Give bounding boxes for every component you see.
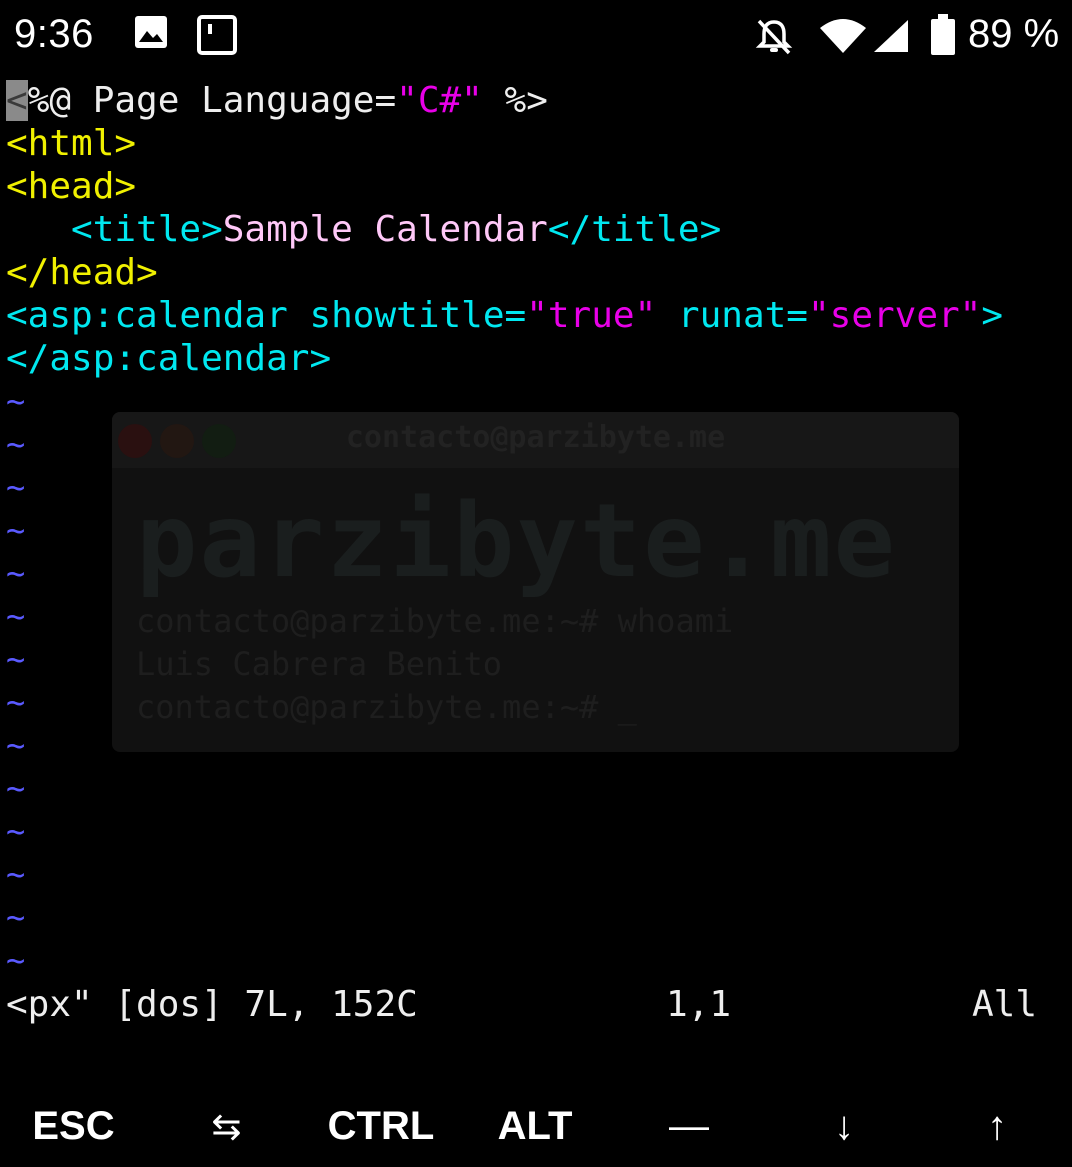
vim-file-info: <px" [dos] 7L, 152C	[6, 984, 418, 1025]
clock: 9:36	[14, 12, 94, 56]
code-line-5[interactable]: </head>	[6, 251, 158, 294]
watermark-terminal: contacto@parzibyte.me parzibyte.me conta…	[112, 412, 959, 752]
tilde-line: ~	[6, 511, 26, 549]
dash-key[interactable]: —	[614, 1086, 764, 1167]
code-line-2[interactable]: <html>	[6, 122, 136, 165]
tilde-line: ~	[6, 812, 26, 850]
tilde-line: ~	[6, 468, 26, 506]
muted-bell-icon	[754, 16, 794, 60]
watermark-title: contacto@parzibyte.me	[345, 420, 726, 455]
tilde-line: ~	[6, 898, 26, 936]
tilde-line: ~	[6, 855, 26, 893]
watermark-logo-text: parzibyte.me	[136, 482, 897, 601]
tilde-line: ~	[6, 554, 26, 592]
alt-key[interactable]: ALT	[460, 1086, 610, 1167]
vim-cursor-position: 1,1	[666, 984, 732, 1025]
code-line-1[interactable]: <%@ Page Language="C#" %>	[6, 79, 548, 122]
code-line-6[interactable]: <asp:calendar showtitle="true" runat="se…	[6, 294, 1003, 337]
tilde-line: ~	[6, 425, 26, 463]
extra-keys-bar: ESC ⇆ CTRL ALT — ↓ ↑	[0, 1086, 1072, 1167]
battery-percent: 89 %	[968, 12, 1060, 56]
watermark-line-3: contacto@parzibyte.me:~# _	[136, 688, 637, 726]
tilde-line: ~	[6, 726, 26, 764]
tilde-line: ~	[6, 941, 26, 979]
notification-square-icon	[196, 14, 238, 60]
watermark-line-2: Luis Cabrera Benito	[136, 645, 503, 683]
arrow-down-key[interactable]: ↓	[768, 1086, 920, 1167]
code-line-7[interactable]: </asp:calendar>	[6, 337, 331, 380]
vim-scroll-indicator: All	[972, 984, 1038, 1025]
text-cursor: <	[6, 80, 28, 121]
tilde-line: ~	[6, 382, 26, 420]
tab-key[interactable]: ⇆	[153, 1086, 300, 1167]
battery-icon	[930, 14, 956, 60]
code-line-3[interactable]: <head>	[6, 165, 136, 208]
wifi-icon	[818, 18, 868, 58]
cell-signal-icon	[872, 18, 910, 58]
tilde-line: ~	[6, 769, 26, 807]
tilde-line: ~	[6, 640, 26, 678]
ctrl-key[interactable]: CTRL	[306, 1086, 456, 1167]
status-bar: 9:36 89 %	[0, 0, 1072, 70]
arrow-up-key[interactable]: ↑	[922, 1086, 1072, 1167]
tilde-line: ~	[6, 683, 26, 721]
tilde-line: ~	[6, 597, 26, 635]
image-icon	[133, 14, 169, 54]
watermark-titlebar: contacto@parzibyte.me	[112, 412, 959, 468]
esc-key[interactable]: ESC	[0, 1086, 147, 1167]
code-line-4[interactable]: <title>Sample Calendar</title>	[6, 208, 721, 251]
watermark-line-1: contacto@parzibyte.me:~# whoami	[136, 602, 734, 640]
